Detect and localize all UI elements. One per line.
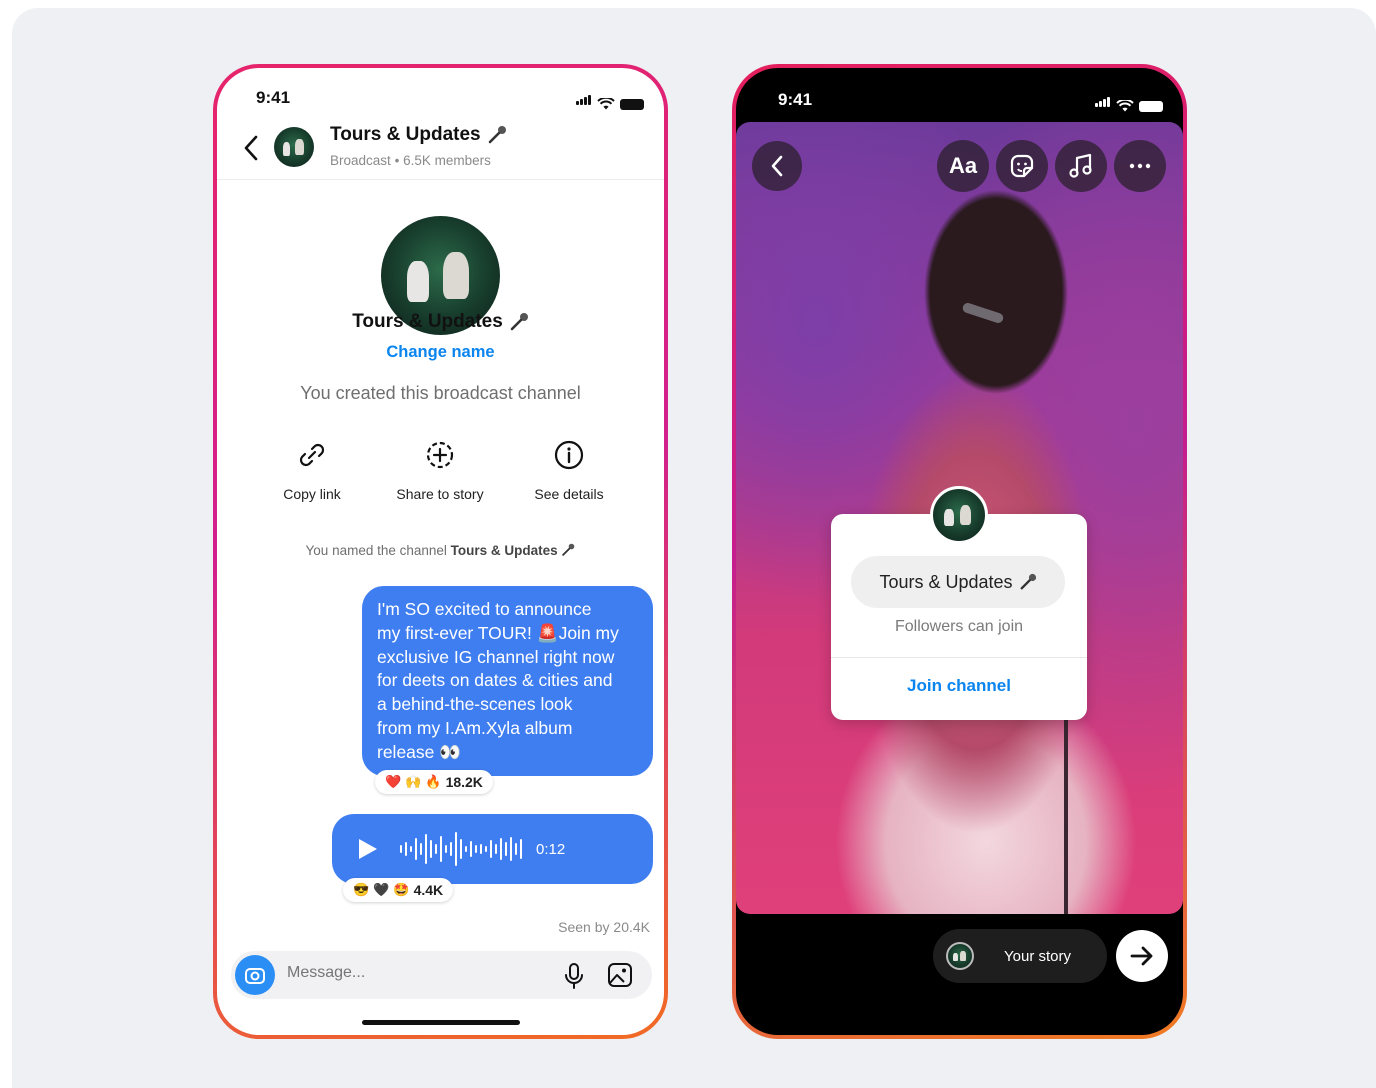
message-line: for deets on dates & cities and [377, 670, 613, 691]
status-icons [1095, 94, 1163, 112]
signal-icon [1095, 94, 1111, 112]
wifi-icon [1116, 100, 1134, 112]
channel-sticker[interactable]: Tours & Updates Followers can join Join … [831, 514, 1087, 720]
join-channel-button[interactable]: Join channel [831, 676, 1087, 696]
status-time: 9:41 [778, 90, 813, 109]
message-input[interactable] [285, 963, 529, 983]
message-line: my first-ever TOUR! 🚨Join my [377, 622, 619, 643]
battery-icon [620, 99, 644, 110]
gallery-icon[interactable] [607, 962, 633, 988]
voice-reaction-count: 4.4K [413, 882, 444, 898]
message-line: release 👀 [377, 741, 462, 762]
voice-waveform [400, 827, 522, 871]
microphone-emoji-icon [1020, 573, 1036, 590]
channel-named-note: You named the channel Tours & Updates [217, 543, 664, 558]
voice-note-duration: 0:12 [536, 840, 566, 858]
info-icon [554, 440, 584, 470]
your-story-label: Your story [1004, 947, 1071, 965]
seen-by-label: Seen by 20.4K [558, 919, 650, 935]
link-icon [299, 443, 325, 467]
header-subtitle: Broadcast • 6.5K members [330, 153, 491, 168]
copy-link-button[interactable]: Copy link [252, 438, 372, 502]
raising-hands-emoji: 🙌 [405, 774, 422, 789]
text-tool-button[interactable]: Aa [937, 140, 989, 192]
message-bubble[interactable]: I'm SO excited to announce my first-ever… [362, 586, 653, 776]
status-time: 9:41 [256, 88, 291, 107]
camera-icon [245, 968, 265, 984]
profile-name: Tours & Updates [352, 311, 503, 332]
microphone-emoji-icon [488, 126, 506, 144]
change-name-link[interactable]: Change name [217, 343, 664, 362]
message-line: from my I.Am.Xyla album [377, 717, 573, 738]
text-tool-label: Aa [948, 153, 978, 178]
home-indicator [362, 1020, 520, 1025]
header-title: Tours & Updates [330, 124, 481, 145]
star-struck-emoji: 🤩 [393, 882, 410, 897]
more-icon [1129, 163, 1151, 169]
microphone-emoji-icon [562, 543, 575, 556]
channel-avatar-small[interactable] [274, 127, 314, 167]
header-separator: • [394, 153, 400, 168]
sticker-name-pill: Tours & Updates [851, 556, 1065, 608]
play-icon[interactable] [354, 836, 380, 862]
add-story-icon [426, 441, 454, 469]
see-details-label: See details [534, 486, 604, 502]
wifi-icon [597, 98, 615, 110]
voice-note-bubble[interactable]: 0:12 [332, 814, 653, 884]
note-prefix: You named the channel [305, 543, 447, 558]
message-composer [231, 951, 652, 999]
status-icons [576, 92, 644, 110]
story-back-button[interactable] [752, 141, 802, 191]
share-to-story-label: Share to story [396, 486, 484, 502]
chat-screen: 9:41 Tours & Updates Broadcast • 6.5K me… [217, 68, 664, 1035]
music-icon [1069, 153, 1092, 178]
header-divider [217, 179, 664, 180]
sticker-avatar [930, 486, 988, 544]
sticker-subtitle: Followers can join [894, 618, 1024, 635]
message-line: a behind-the-scenes look [377, 694, 573, 715]
header-title-row[interactable]: Tours & Updates [330, 124, 507, 146]
message-reaction-count: 18.2K [445, 774, 483, 790]
message-line: I'm SO excited to announce [377, 599, 592, 619]
sticker-divider [831, 657, 1087, 658]
note-channel-name: Tours & Updates [450, 543, 558, 558]
cool-emoji: 😎 [353, 882, 370, 897]
camera-button[interactable] [235, 955, 275, 995]
more-options-button[interactable] [1114, 140, 1166, 192]
share-to-story-button[interactable]: Share to story [380, 438, 500, 502]
sticker-channel-name: Tours & Updates [879, 571, 1013, 592]
signal-icon [576, 92, 592, 110]
microphone-icon[interactable] [563, 962, 585, 990]
profile-name-row: Tours & Updates [217, 311, 664, 333]
message-text: I'm SO excited to announce my first-ever… [377, 598, 619, 765]
story-phone: 9:41 Aa Tours & Updates Followers can jo… [732, 64, 1187, 1039]
sticker-button[interactable] [996, 140, 1048, 192]
heart-emoji: ❤️ [385, 774, 402, 789]
your-story-avatar [946, 942, 974, 970]
sticker-icon [1010, 154, 1034, 178]
microphone-emoji-icon [510, 313, 528, 331]
microphone-prop [961, 301, 1005, 325]
message-reactions[interactable]: ❤️ 🙌 🔥 18.2K [375, 770, 493, 794]
story-screen: 9:41 Aa Tours & Updates Followers can jo… [736, 68, 1183, 1035]
header-type: Broadcast [330, 153, 391, 168]
see-details-button[interactable]: See details [509, 438, 629, 502]
your-story-button[interactable]: Your story [933, 929, 1107, 983]
fire-emoji: 🔥 [425, 774, 442, 789]
chat-phone: 9:41 Tours & Updates Broadcast • 6.5K me… [213, 64, 668, 1039]
share-next-button[interactable] [1116, 930, 1168, 982]
message-line: exclusive IG channel right now [377, 646, 615, 667]
battery-icon [1139, 101, 1163, 112]
back-icon [771, 155, 783, 177]
voice-reactions[interactable]: 😎 🖤 🤩 4.4K [343, 878, 454, 902]
back-chevron-icon[interactable] [243, 134, 259, 162]
music-button[interactable] [1055, 140, 1107, 192]
header-members: 6.5K members [403, 153, 491, 168]
copy-link-label: Copy link [283, 486, 341, 502]
arrow-right-icon [1130, 946, 1153, 966]
created-channel-text: You created this broadcast channel [300, 383, 581, 403]
black-heart-emoji: 🖤 [373, 882, 390, 897]
